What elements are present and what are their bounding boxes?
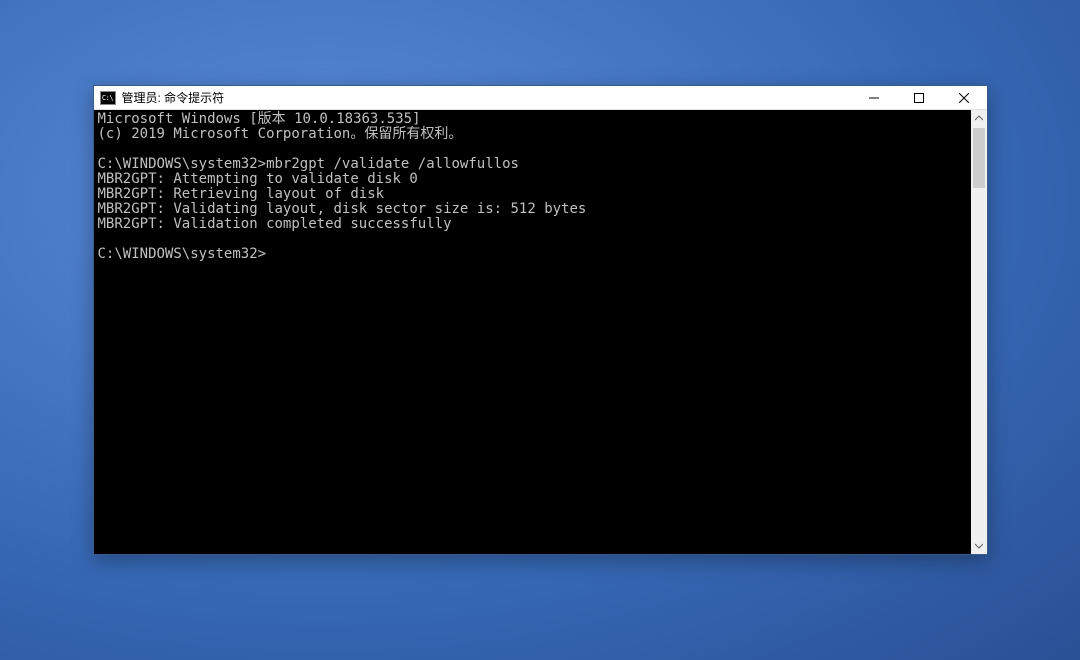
scroll-thumb[interactable] <box>973 128 985 188</box>
minimize-icon <box>869 93 879 103</box>
chevron-up-icon <box>975 114 983 122</box>
maximize-button[interactable] <box>897 86 942 109</box>
window-title: 管理员: 命令提示符 <box>122 89 852 106</box>
app-icon: C:\ <box>100 91 116 105</box>
minimize-button[interactable] <box>852 86 897 109</box>
terminal-area[interactable]: Microsoft Windows [版本 10.0.18363.535] (c… <box>94 110 987 554</box>
terminal-output[interactable]: Microsoft Windows [版本 10.0.18363.535] (c… <box>94 110 971 554</box>
chevron-down-icon <box>975 542 983 550</box>
vertical-scrollbar[interactable] <box>971 110 987 554</box>
scroll-up-button[interactable] <box>971 110 987 126</box>
titlebar[interactable]: C:\ 管理员: 命令提示符 <box>94 86 987 110</box>
command-prompt-window: C:\ 管理员: 命令提示符 Microsoft Windows [版本 10.… <box>93 85 988 555</box>
maximize-icon <box>914 93 924 103</box>
scroll-down-button[interactable] <box>971 538 987 554</box>
close-icon <box>959 93 969 103</box>
close-button[interactable] <box>942 86 987 109</box>
window-controls <box>852 86 987 109</box>
